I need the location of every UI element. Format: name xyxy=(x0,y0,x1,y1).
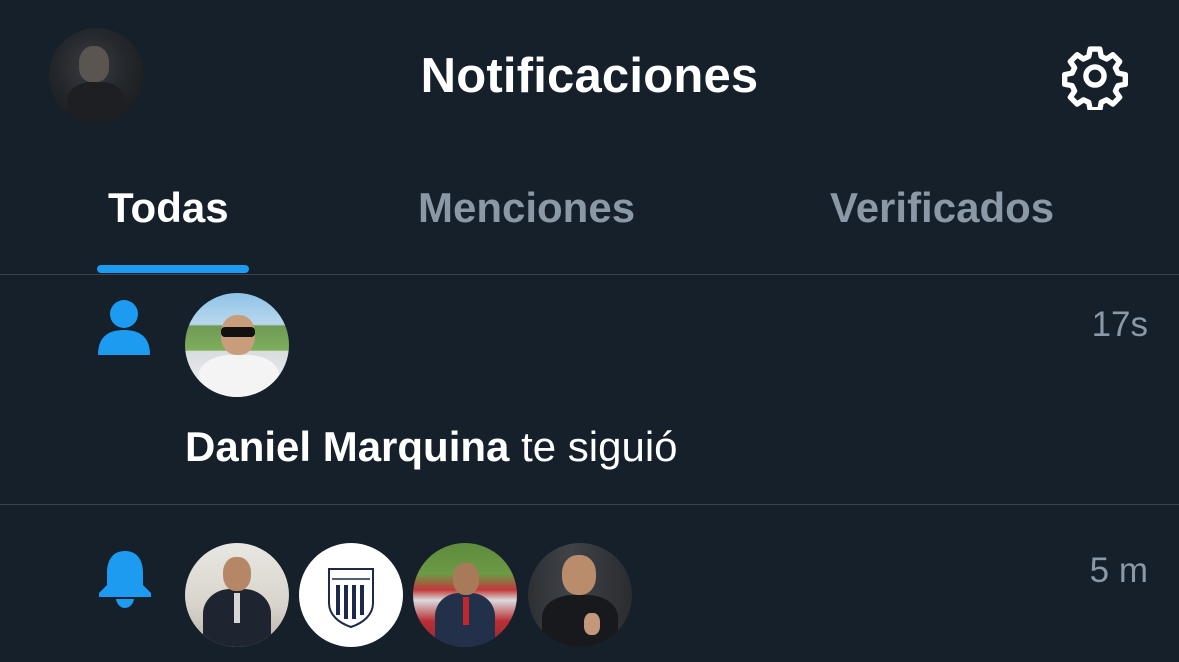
avatar-figure-body xyxy=(542,595,618,647)
tab-todas[interactable]: Todas xyxy=(108,184,229,232)
avatar-figure-head xyxy=(562,555,596,595)
active-tab-indicator xyxy=(97,265,249,273)
tab-verificados[interactable]: Verificados xyxy=(830,184,1054,232)
avatar-figure-head xyxy=(453,563,479,595)
avatar-figure-hand xyxy=(584,613,600,635)
page-title: Notificaciones xyxy=(420,49,759,103)
gear-icon xyxy=(1061,46,1129,113)
related-avatar[interactable] xyxy=(185,543,289,647)
follower-name[interactable]: Daniel Marquina xyxy=(185,423,509,470)
notification-time: 5 m xyxy=(1089,551,1148,590)
avatar-figure-tie xyxy=(463,597,469,625)
avatar-figure-body xyxy=(199,355,279,397)
notification-time: 17s xyxy=(1091,305,1148,344)
related-avatar[interactable] xyxy=(528,543,632,647)
avatar-figure-tie xyxy=(234,593,240,623)
notification-text: Daniel Marquina te siguió xyxy=(185,423,678,471)
tab-menciones[interactable]: Menciones xyxy=(418,184,635,232)
bell-icon xyxy=(96,547,154,614)
notification-action: te siguió xyxy=(521,423,678,470)
header: Notificaciones xyxy=(0,0,1179,150)
avatar-figure-sunglasses xyxy=(221,327,255,337)
settings-button[interactable] xyxy=(1061,42,1129,113)
notification-follow[interactable]: 17s Daniel Marquina te siguió xyxy=(0,275,1179,504)
notification-alert[interactable]: 5 m xyxy=(0,505,1179,662)
club-crest-icon xyxy=(328,568,374,629)
related-avatar[interactable] xyxy=(413,543,517,647)
avatar-figure-head xyxy=(223,557,251,591)
person-icon xyxy=(96,297,152,362)
follower-avatar[interactable] xyxy=(185,293,289,397)
tab-bar: Todas Menciones Verificados xyxy=(0,170,1179,274)
notifications-screen: Notificaciones Todas Menciones Verificad… xyxy=(0,0,1179,662)
related-avatar[interactable] xyxy=(299,543,403,647)
